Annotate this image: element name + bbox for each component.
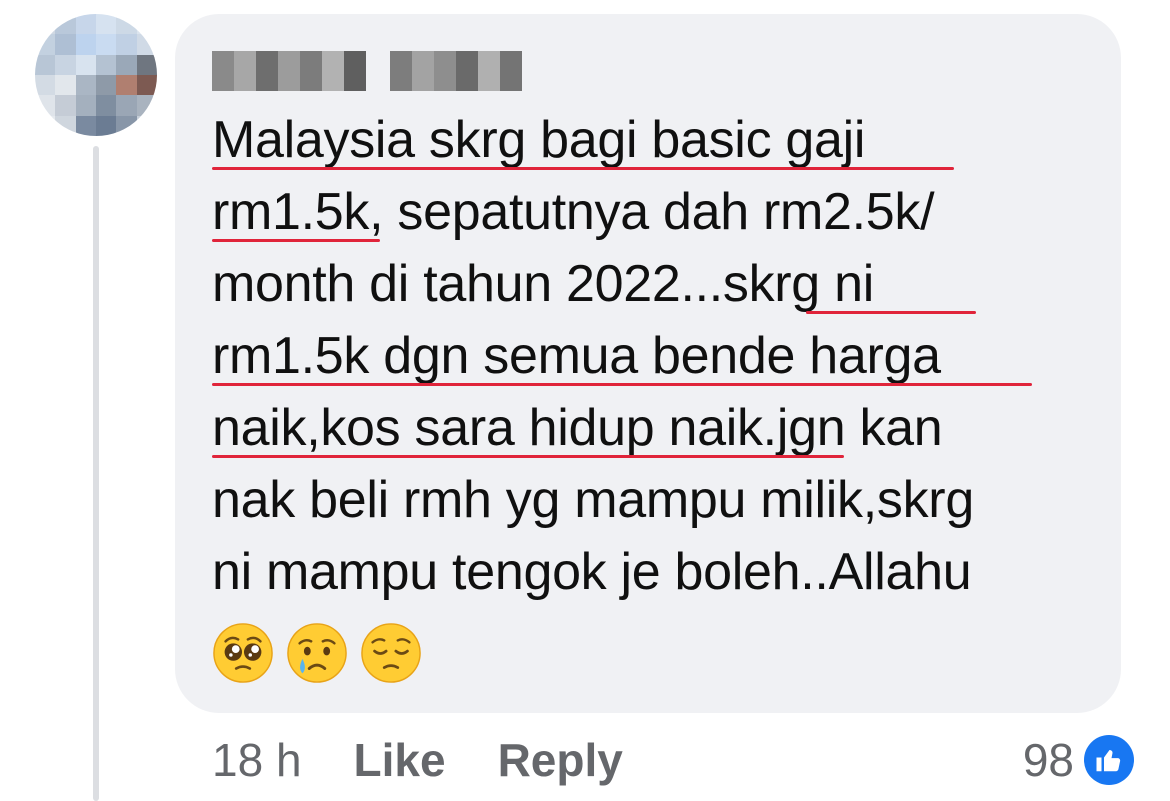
comment-line: Malaysia skrg bagi basic gaji — [212, 111, 866, 169]
highlight-underline — [212, 455, 844, 458]
like-button[interactable]: Like — [354, 733, 446, 787]
comment-line: month di tahun 2022...skrg ni — [212, 255, 874, 313]
comment-line: rm1.5k, sepatutnya dah rm2.5k/ — [212, 183, 935, 241]
reaction-count: 98 — [1022, 734, 1074, 786]
thumbs-up-icon — [1084, 735, 1134, 785]
avatar[interactable] — [35, 14, 157, 136]
comment-text: Malaysia skrg bagi basic gaji rm1.5k, se… — [212, 104, 1112, 608]
comment-meta: 18 h Like Reply — [212, 730, 623, 790]
thread-line — [93, 146, 99, 801]
author-first-name-blur — [212, 51, 366, 91]
comment-line: nak beli rmh yg mampu milik,skrg — [212, 471, 974, 529]
emoji-row — [212, 622, 422, 684]
highlight-underline — [212, 383, 1032, 386]
highlight-underline — [212, 239, 380, 242]
crying-face-icon — [287, 623, 347, 683]
reaction-summary[interactable]: 98 — [1023, 730, 1134, 790]
author-name-redacted[interactable] — [212, 48, 522, 94]
pleading-face-icon — [213, 623, 273, 683]
comment-line: ni mampu tengok je boleh..Allahu — [212, 543, 972, 601]
highlight-underline — [212, 167, 954, 170]
comment-timestamp[interactable]: 18 h — [212, 733, 302, 787]
pensive-face-icon — [361, 623, 421, 683]
reply-button[interactable]: Reply — [498, 733, 623, 787]
highlight-underline — [806, 311, 976, 314]
author-last-name-blur — [390, 51, 522, 91]
comment-line: rm1.5k dgn semua bende harga — [212, 327, 941, 385]
comment-line: naik,kos sara hidup naik.jgn kan — [212, 399, 943, 457]
